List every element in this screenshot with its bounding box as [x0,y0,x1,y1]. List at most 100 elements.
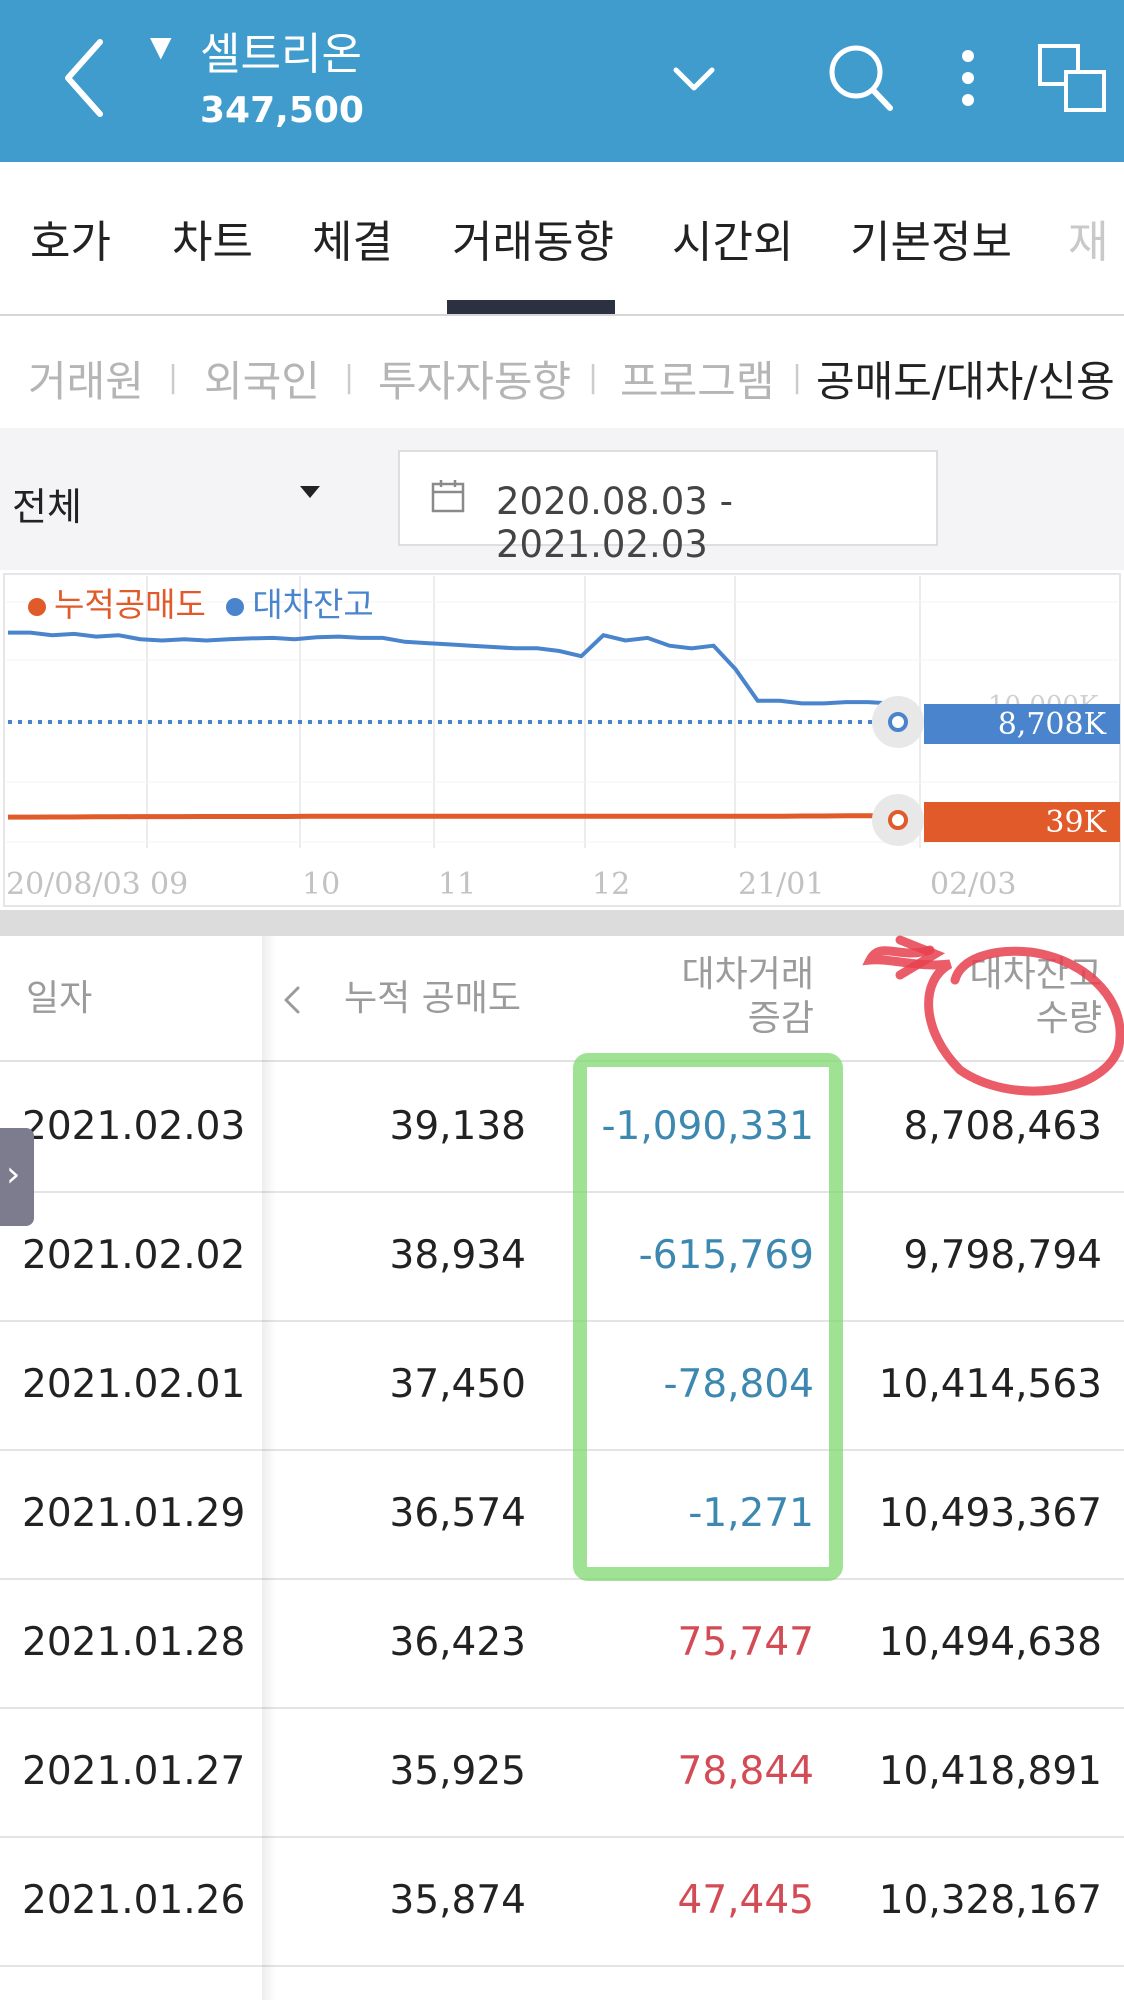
tab-basic-info[interactable]: 기본정보 [850,206,1012,270]
subtab-short-lending-credit[interactable]: 공매도/대차/신용 [816,348,1115,409]
table-row[interactable]: 2021.02.02 38,934 -615,769 9,798,794 [0,1193,1124,1322]
cell-date: 2021.01.29 [22,1491,246,1536]
table-header: 일자 누적 공매도 대차거래 증감 대차잔고 수량 [0,936,1124,1062]
header-cumulative-short: 누적 공매도 [344,978,522,1019]
tab-trades[interactable]: 체결 [312,206,393,270]
short-value-label: 39K [1045,805,1106,840]
app-header: ▼ 셀트리온 347,500 [0,0,1124,162]
cell-cumulative-short: 37,450 [389,1362,526,1407]
stock-price: 347,500 [200,90,364,131]
window-button[interactable] [1032,38,1112,118]
table-row[interactable]: 2021.01.27 35,925 78,844 10,418,891 [0,1709,1124,1838]
x-tick-label: 20/08/03 [6,867,141,902]
cell-date: 2021.02.03 [22,1104,246,1149]
header-lending-change-line2: 증감 [747,998,814,1039]
table-row[interactable]: 2021.01.29 36,574 -1,271 10,493,367 [0,1451,1124,1580]
legend-dot-short [28,597,46,616]
x-tick-label: 11 [438,867,476,902]
x-tick-label: 10 [302,867,340,902]
frozen-column-shadow [262,936,276,2000]
tab-financials[interactable]: 재 [1068,206,1108,270]
cell-lending-balance: 10,418,891 [878,1749,1102,1794]
cell-lending-change: -1,090,331 [601,1104,814,1149]
chart[interactable]: 20/08/030910111221/0102/03 10,000K 8,708… [0,572,1124,908]
cell-lending-change: -615,769 [638,1233,814,1278]
table-row[interactable]: 2021.02.01 37,450 -78,804 10,414,563 [0,1322,1124,1451]
cell-date: 2021.01.26 [22,1878,246,1923]
cell-lending-balance: 9,798,794 [903,1233,1103,1278]
chevron-left-icon [65,39,103,117]
chevron-down-icon [673,67,715,91]
tab-chart[interactable]: 차트 [172,206,253,270]
cell-lending-balance: 10,494,638 [878,1620,1102,1665]
subtab-foreigners[interactable]: 외국인 [204,348,320,409]
cell-lending-change: 47,445 [677,1878,814,1923]
sub-tabs: 거래원 | 외국인 | 투자자동향 | 프로그램 | 공매도/대차/신용 [0,318,1124,428]
header-lending-change-line1: 대차거래 [681,954,814,995]
select-caret-icon[interactable] [300,486,320,498]
tab-hoga[interactable]: 호가 [30,206,111,270]
balance-marker [888,712,908,732]
table-row[interactable]: 2021.02.03 39,138 -1,090,331 8,708,463 [0,1064,1124,1193]
series-line-balance [8,630,891,706]
header-date: 일자 [26,978,93,1019]
cell-lending-change: -1,271 [688,1491,814,1536]
chevron-left-icon[interactable] [278,982,306,1018]
data-table: 일자 누적 공매도 대차거래 증감 대차잔고 수량 2021.02.03 39,1… [0,936,1124,2000]
x-tick-label: 09 [150,867,188,902]
cell-cumulative-short: 35,874 [389,1878,526,1923]
main-tabs: 호가 차트 체결 거래동향 시간외 기본정보 재 [0,162,1124,316]
tab-after-hours[interactable]: 시간외 [672,206,793,270]
header-lending-balance-line1: 대차잔고 [969,954,1102,995]
cell-date: 2021.01.28 [22,1620,246,1665]
cell-cumulative-short: 36,423 [389,1620,526,1665]
cell-date: 2021.02.01 [22,1362,246,1407]
subtab-separator: | [588,360,599,395]
cell-lending-balance: 10,414,563 [878,1362,1102,1407]
cell-date: 2021.01.27 [22,1749,246,1794]
search-icon [829,45,893,111]
stock-name[interactable]: 셀트리온 [200,18,362,82]
market-filter-select[interactable]: 전체 [12,476,82,531]
balance-value-label: 8,708K [998,707,1107,742]
more-menu-button[interactable] [928,38,1008,118]
tab-trading-trends[interactable]: 거래동향 [452,206,614,270]
cell-lending-change: 78,844 [677,1749,814,1794]
header-lending-balance-line2: 수량 [1035,998,1102,1039]
cell-date: 2021.02.02 [22,1233,246,1278]
legend-label-short: 누적공매도 [54,585,206,624]
search-button[interactable] [820,38,900,118]
back-button[interactable] [40,28,130,128]
chevron-right-icon: › [6,1154,21,1195]
stock-dropdown-button[interactable] [654,38,734,118]
x-tick-label: 21/01 [738,867,824,902]
more-vertical-icon [962,50,974,106]
legend-dot-balance [226,597,245,616]
series-line-short [8,813,890,820]
x-tick-label: 12 [592,867,630,902]
subtab-separator: | [792,360,803,395]
cell-lending-balance: 10,328,167 [878,1878,1102,1923]
x-tick-label: 02/03 [930,867,1016,902]
short-marker [888,810,908,830]
legend-label-balance: 대차잔고 [252,585,374,624]
subtab-investor-trends[interactable]: 투자자동향 [378,348,571,409]
subtab-brokers[interactable]: 거래원 [28,348,144,409]
cell-cumulative-short: 35,925 [389,1749,526,1794]
cell-cumulative-short: 39,138 [389,1104,526,1149]
window-icon [1038,44,1106,112]
subtab-separator: | [344,360,355,395]
chart-legend: 누적공매도 대차잔고 [28,578,374,626]
stock-caret-icon[interactable]: ▼ [150,30,172,63]
active-tab-indicator [447,300,615,314]
table-row[interactable]: 2021.01.26 35,874 47,445 10,328,167 [0,1838,1124,1967]
date-range-text: 2020.08.03 - 2021.02.03 [496,480,733,566]
table-row[interactable]: 2021.01.28 36,423 75,747 10,494,638 [0,1580,1124,1709]
side-panel-handle[interactable]: › [0,1128,34,1226]
cell-lending-balance: 10,493,367 [878,1491,1102,1536]
cell-cumulative-short: 36,574 [389,1491,526,1536]
cell-lending-balance: 8,708,463 [903,1104,1103,1149]
cell-lending-change: 75,747 [677,1620,814,1665]
date-range-picker[interactable]: 2020.08.03 - 2021.02.03 [398,450,938,566]
subtab-program[interactable]: 프로그램 [620,348,775,409]
